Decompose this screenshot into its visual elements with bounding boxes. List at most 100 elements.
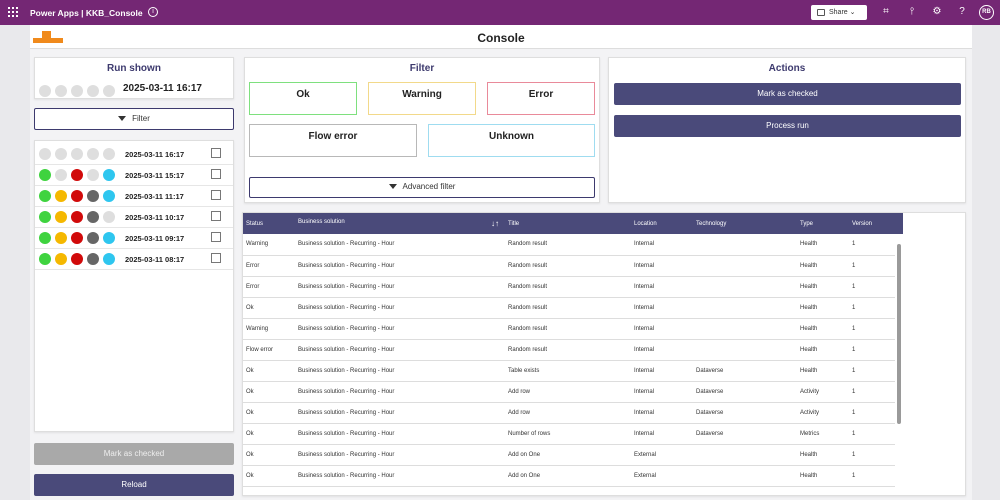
table-row[interactable]: Ok Business solution - Recurring - Hour Nu…: [243, 423, 903, 445]
run-checkbox[interactable]: [211, 169, 221, 179]
info-icon[interactable]: i: [148, 7, 158, 17]
filter-button[interactable]: Filter: [34, 108, 234, 130]
column-header-type[interactable]: Type: [797, 213, 849, 234]
share-button[interactable]: Share ⌄: [811, 5, 867, 20]
table-cell: Random result: [505, 297, 631, 319]
table-cell: Internal: [631, 360, 693, 382]
table-cell: Health: [797, 255, 849, 277]
filter-unknown-button[interactable]: Unknown: [428, 124, 595, 157]
table-cell: Business solution - Recurring - Hour: [295, 276, 505, 298]
table-cell: Activity: [797, 381, 849, 403]
thermometer-icon[interactable]: ⫯: [906, 6, 918, 18]
status-dot: [71, 169, 83, 181]
table-cell: [693, 234, 797, 256]
run-checkbox[interactable]: [211, 211, 221, 221]
run-list-item[interactable]: 2025-03-11 11:17: [39, 187, 231, 205]
run-checkbox[interactable]: [211, 190, 221, 200]
table-cell: Business solution - Recurring - Hour: [295, 339, 505, 361]
status-dot: [55, 253, 67, 265]
filter-button-label: Filter: [132, 114, 150, 123]
table-cell: Number of rows: [505, 423, 631, 445]
column-header-label: Status: [246, 220, 264, 227]
run-checkbox[interactable]: [211, 148, 221, 158]
status-dot: [39, 190, 51, 202]
column-header-technology[interactable]: Technology: [693, 213, 797, 234]
run-list-item[interactable]: 2025-03-11 09:17: [39, 229, 231, 247]
table-row[interactable]: Error Business solution - Recurring - Hou…: [243, 276, 903, 298]
status-dot: [39, 148, 51, 160]
help-icon[interactable]: ?: [956, 6, 968, 18]
run-shown-status-dots: [39, 82, 119, 100]
status-dot: [87, 211, 99, 223]
advanced-filter-button[interactable]: Advanced filter: [249, 177, 595, 198]
table-row[interactable]: Ok Business solution - Recurring - Hour Ra…: [243, 297, 903, 319]
table-row[interactable]: Ok Business solution - Recurring - Hour Ad…: [243, 465, 903, 487]
filter-flow-error-button[interactable]: Flow error: [249, 124, 417, 157]
column-header-version[interactable]: Version: [849, 213, 903, 234]
advanced-filter-label: Advanced filter: [402, 182, 456, 191]
divider: [35, 164, 233, 165]
table-row[interactable]: Warning Business solution - Recurring - H…: [243, 234, 903, 256]
app-canvas: Console Run shown 2025-03-11 16:17 Filte…: [30, 25, 972, 500]
run-checkbox[interactable]: [211, 253, 221, 263]
run-list-item[interactable]: 2025-03-11 15:17: [39, 166, 231, 184]
mark-checked-button[interactable]: Mark as checked: [614, 83, 961, 105]
table-cell: Health: [797, 339, 849, 361]
filter-ok-button[interactable]: Ok: [249, 82, 357, 115]
column-header-business-solution[interactable]: Business solution ↓↑: [295, 213, 505, 234]
column-header-title[interactable]: Title: [505, 213, 631, 234]
table-row[interactable]: Ok Business solution - Recurring - Hour Ad…: [243, 444, 903, 466]
table-row[interactable]: Ok Business solution - Recurring - Hour Ta…: [243, 360, 903, 382]
column-header-status[interactable]: Status: [243, 213, 295, 234]
share-icon: [817, 9, 825, 16]
column-header-location[interactable]: Location: [631, 213, 693, 234]
divider: [35, 269, 233, 270]
table-scrollbar[interactable]: [895, 234, 903, 492]
table-row[interactable]: Error Business solution - Recurring - Hou…: [243, 255, 903, 277]
gear-icon[interactable]: ⚙: [931, 6, 943, 18]
settings-icon-grid[interactable]: ⌗: [880, 6, 892, 18]
status-dot: [55, 232, 67, 244]
app-launcher-icon[interactable]: [8, 7, 18, 17]
table-row[interactable]: Ok Business solution - Recurring - Hour Ad…: [243, 381, 903, 403]
sort-icon[interactable]: ↓↑: [491, 219, 499, 228]
table-cell: External: [631, 465, 693, 487]
table-cell: Business solution - Recurring - Hour: [295, 402, 505, 424]
table-cell: Business solution - Recurring - Hour: [295, 444, 505, 466]
table-cell: [693, 297, 797, 319]
process-run-button[interactable]: Process run: [614, 115, 961, 137]
table-cell: Ok: [243, 297, 295, 319]
app-topbar: Power Apps | KKB_Console i Share ⌄ ⌗ ⫯ ⚙…: [0, 0, 1000, 25]
run-list-item[interactable]: 2025-03-11 08:17: [39, 250, 231, 268]
page-title: Console: [477, 31, 525, 45]
run-list-item[interactable]: 2025-03-11 16:17: [39, 145, 231, 163]
table-cell: Internal: [631, 276, 693, 298]
reload-button[interactable]: Reload: [34, 474, 234, 496]
table-cell: Internal: [631, 297, 693, 319]
table-cell: Internal: [631, 402, 693, 424]
table-row[interactable]: Ok Business solution - Recurring - Hour Ad…: [243, 402, 903, 424]
table-row[interactable]: Warning Business solution - Recurring - H…: [243, 318, 903, 340]
run-status-dots: [39, 148, 119, 160]
filter-warning-button[interactable]: Warning: [368, 82, 476, 115]
status-dot: [87, 169, 99, 181]
avatar[interactable]: RB: [979, 5, 994, 20]
divider: [35, 185, 233, 186]
table-cell: Health: [797, 297, 849, 319]
table-cell: Business solution - Recurring - Hour: [295, 255, 505, 277]
table-cell: Internal: [631, 339, 693, 361]
column-header-label: Version: [852, 220, 873, 227]
table-cell: Random result: [505, 276, 631, 298]
status-dot: [103, 190, 115, 202]
table-cell: Add on One: [505, 465, 631, 487]
run-date: 2025-03-11 16:17: [125, 150, 185, 159]
run-checkbox[interactable]: [211, 232, 221, 242]
column-header-label: Location: [634, 220, 657, 227]
table-row[interactable]: Flow error Business solution - Recurring …: [243, 339, 903, 361]
run-list-item[interactable]: 2025-03-11 10:17: [39, 208, 231, 226]
left-mark-checked-button[interactable]: Mark as checked: [34, 443, 234, 465]
table-cell: Activity: [797, 402, 849, 424]
filter-error-button[interactable]: Error: [487, 82, 595, 115]
table-cell: Add row: [505, 381, 631, 403]
table-scroll-thumb[interactable]: [897, 244, 901, 424]
